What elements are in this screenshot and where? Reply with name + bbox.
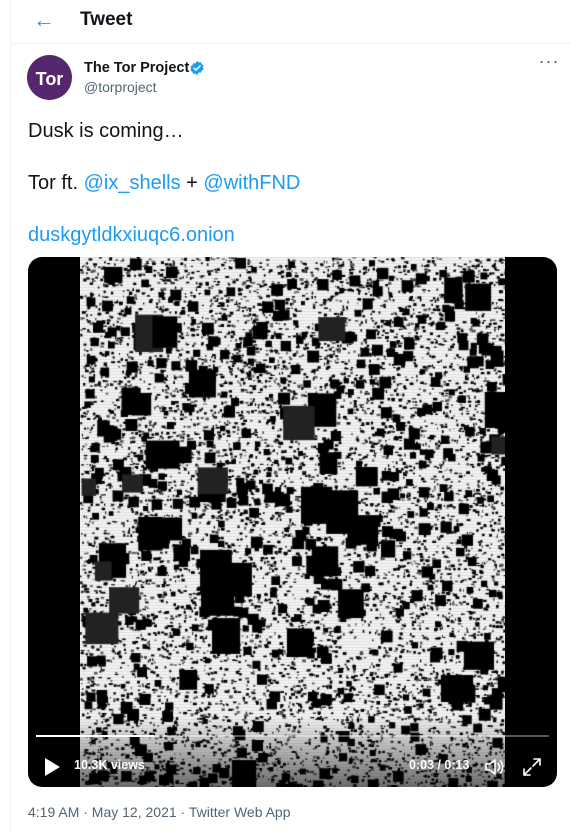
tweet-text-line-2: Tor ft. @ix_shells + @withFND [28,172,300,195]
arrow-left-icon: ← [33,7,55,32]
mention-withfnd[interactable]: @withFND [203,172,300,194]
video-progress-fill [36,735,154,737]
author-handle[interactable]: @torproject [84,79,157,95]
video-progress-bar[interactable] [36,735,549,737]
more-icon: ··· [538,51,560,71]
avatar[interactable]: Tor [27,55,72,100]
tweet-text-line-1: Dusk is coming… [28,120,184,142]
tweet-text-prefix: Tor ft. [28,172,84,194]
tor-logo-icon: Tor [36,69,64,89]
verified-badge-icon [190,61,204,75]
header: ← Tweet [10,0,571,44]
video-time: 0:03 / 0:13 [409,758,470,772]
view-count: 10.3K views [74,758,145,772]
volume-icon[interactable] [483,756,507,778]
video-player[interactable]: 10.3K views 0:03 / 0:13 [28,257,557,787]
tweet-text-joiner: + [180,172,204,194]
video-frame [80,257,505,787]
tweet-link-line: duskgytldkxiuqc6.onion [28,224,235,247]
author-name[interactable]: The Tor Project [84,60,189,76]
play-icon[interactable] [42,756,62,778]
tweet-timestamp[interactable]: 4:19 AM · May 12, 2021 · Twitter Web App [28,804,291,820]
page-title: Tweet [80,9,133,30]
avatar-logo-text: Tor [36,69,64,89]
more-options-button[interactable]: ··· [538,52,560,75]
fullscreen-icon[interactable] [521,756,543,778]
mention-ix-shells[interactable]: @ix_shells [84,172,181,194]
onion-link[interactable]: duskgytldkxiuqc6.onion [28,224,235,246]
back-button[interactable]: ← [30,8,58,34]
